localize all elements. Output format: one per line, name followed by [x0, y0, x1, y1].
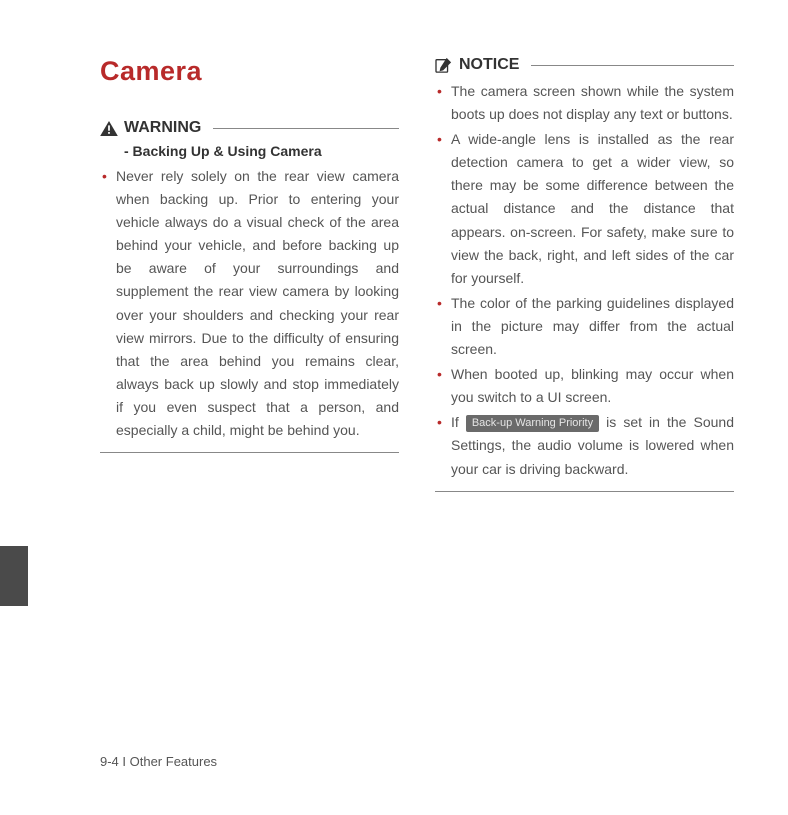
divider-line: [213, 128, 399, 129]
notice-title: NOTICE: [459, 56, 519, 74]
page-footer: 9-4 I Other Features: [100, 754, 217, 769]
text-prefix: If: [451, 414, 466, 430]
left-column: Camera WARNING - Backing Up & Using Came…: [100, 56, 399, 492]
list-item: Never rely solely on the rear view camer…: [100, 165, 399, 442]
warning-triangle-icon: [100, 121, 118, 136]
warning-header: WARNING: [100, 119, 399, 137]
page-heading: Camera: [100, 56, 399, 87]
list-item: A wide-angle lens is installed as the re…: [435, 128, 734, 290]
list-item: The color of the parking guidelines disp…: [435, 292, 734, 361]
backup-warning-priority-chip: Back-up Warning Priority: [466, 415, 599, 432]
note-pencil-icon: [435, 57, 453, 73]
page-content: Camera WARNING - Backing Up & Using Came…: [0, 0, 788, 492]
divider-line: [100, 452, 399, 453]
list-item: If Back-up Warning Priority is set in th…: [435, 411, 734, 480]
divider-line: [531, 65, 734, 66]
list-item: When booted up, blinking may occur when …: [435, 363, 734, 409]
list-item: The camera screen shown while the system…: [435, 80, 734, 126]
warning-list: Never rely solely on the rear view camer…: [100, 165, 399, 442]
warning-title: WARNING: [124, 119, 201, 137]
divider-line: [435, 491, 734, 492]
warning-subtitle: - Backing Up & Using Camera: [124, 143, 399, 159]
notice-list: The camera screen shown while the system…: [435, 80, 734, 481]
section-tab: [0, 546, 28, 606]
notice-header: NOTICE: [435, 56, 734, 74]
right-column: NOTICE The camera screen shown while the…: [435, 56, 734, 492]
